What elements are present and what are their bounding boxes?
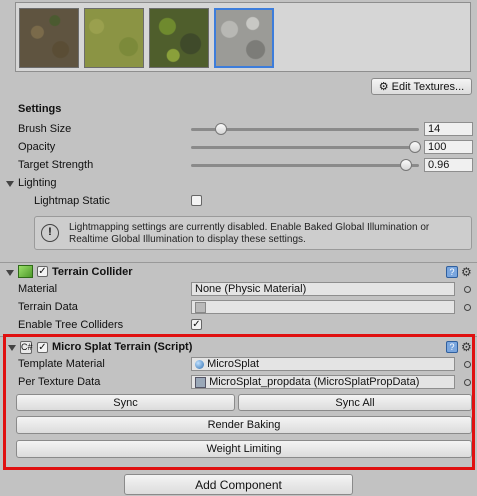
template-material-value: MicroSplat	[207, 358, 260, 370]
per-texture-data-value: MicroSplat_propdata (MicroSplatPropData)	[209, 376, 420, 388]
lighting-info-box: ! Lightmapping settings are currently di…	[34, 216, 472, 250]
enable-tree-colliders-checkbox[interactable]: ✓	[191, 319, 202, 330]
settings-header: Settings	[18, 103, 62, 115]
per-texture-data-label: Per Texture Data	[18, 376, 101, 388]
info-icon: !	[41, 224, 59, 242]
asset-icon	[195, 376, 206, 388]
brush-size-label: Brush Size	[18, 123, 72, 135]
texture-thumb-rock[interactable]	[214, 8, 274, 68]
template-material-field[interactable]: MicroSplat	[191, 357, 455, 371]
micro-splat-enabled-checkbox[interactable]: ✓	[37, 342, 48, 353]
help-icon[interactable]: ?	[446, 341, 458, 353]
terrain-data-label: Terrain Data	[18, 301, 78, 313]
add-component-button[interactable]: Add Component	[124, 474, 353, 495]
texture-thumb-moss[interactable]	[149, 8, 209, 68]
texture-palette	[15, 2, 471, 72]
sync-button[interactable]: Sync	[16, 394, 235, 411]
micro-splat-title: Micro Splat Terrain (Script)	[52, 341, 193, 353]
edit-textures-label: Edit Textures...	[391, 80, 465, 93]
per-texture-data-field[interactable]: MicroSplat_propdata (MicroSplatPropData)	[191, 375, 455, 389]
sync-all-button[interactable]: Sync All	[238, 394, 472, 411]
micro-splat-foldout-icon[interactable]	[8, 345, 16, 351]
target-strength-field[interactable]: 0.96	[424, 158, 473, 172]
lighting-info-line1: Lightmapping settings are currently disa…	[69, 222, 430, 233]
template-material-label: Template Material	[18, 358, 105, 370]
separator	[0, 262, 477, 263]
lighting-header[interactable]: Lighting	[18, 177, 57, 189]
terrain-collider-icon	[18, 265, 33, 278]
gear-icon: ⚙	[378, 81, 389, 93]
terrain-data-field[interactable]	[191, 300, 455, 314]
object-picker-icon[interactable]	[464, 286, 471, 293]
opacity-slider-thumb[interactable]	[409, 141, 421, 153]
gear-icon[interactable]: ⚙	[461, 341, 472, 353]
script-icon: C#	[20, 341, 33, 354]
lighting-foldout-icon[interactable]	[6, 181, 14, 187]
enable-tree-colliders-label: Enable Tree Colliders	[18, 319, 124, 331]
brush-size-slider-thumb[interactable]	[214, 123, 227, 135]
material-field[interactable]: None (Physic Material)	[191, 282, 455, 296]
lighting-info-text: Lightmapping settings are currently disa…	[69, 222, 429, 246]
object-picker-icon[interactable]	[464, 304, 471, 311]
texture-thumb-grass[interactable]	[84, 8, 144, 68]
material-sphere-icon	[195, 359, 204, 369]
material-label: Material	[18, 283, 58, 295]
object-picker-icon[interactable]	[464, 361, 471, 368]
object-picker-icon[interactable]	[464, 379, 471, 386]
opacity-field[interactable]: 100	[424, 140, 473, 154]
lighting-info-line2: Realtime Global Illumination to display …	[69, 234, 306, 245]
help-icon[interactable]: ?	[446, 266, 458, 278]
opacity-slider-track[interactable]	[191, 146, 419, 149]
terrain-collider-foldout-icon[interactable]	[6, 270, 14, 276]
render-baking-button[interactable]: Render Baking	[16, 416, 472, 434]
gear-icon[interactable]: ⚙	[461, 266, 472, 278]
target-strength-slider-track[interactable]	[191, 164, 419, 167]
target-strength-slider-thumb[interactable]	[400, 159, 413, 171]
lightmap-static-checkbox[interactable]	[191, 195, 202, 206]
texture-thumb-dirt[interactable]	[19, 8, 79, 68]
opacity-label: Opacity	[18, 141, 56, 153]
terrain-data-icon	[195, 301, 206, 313]
terrain-collider-enabled-checkbox[interactable]: ✓	[37, 266, 48, 277]
terrain-collider-title: Terrain Collider	[52, 266, 133, 278]
weight-limiting-button[interactable]: Weight Limiting	[16, 440, 472, 458]
lightmap-static-label: Lightmap Static	[34, 195, 110, 207]
separator	[0, 336, 477, 337]
edit-textures-button[interactable]: ⚙ Edit Textures...	[371, 78, 472, 95]
target-strength-label: Target Strength	[18, 159, 94, 171]
brush-size-field[interactable]: 14	[424, 122, 473, 136]
